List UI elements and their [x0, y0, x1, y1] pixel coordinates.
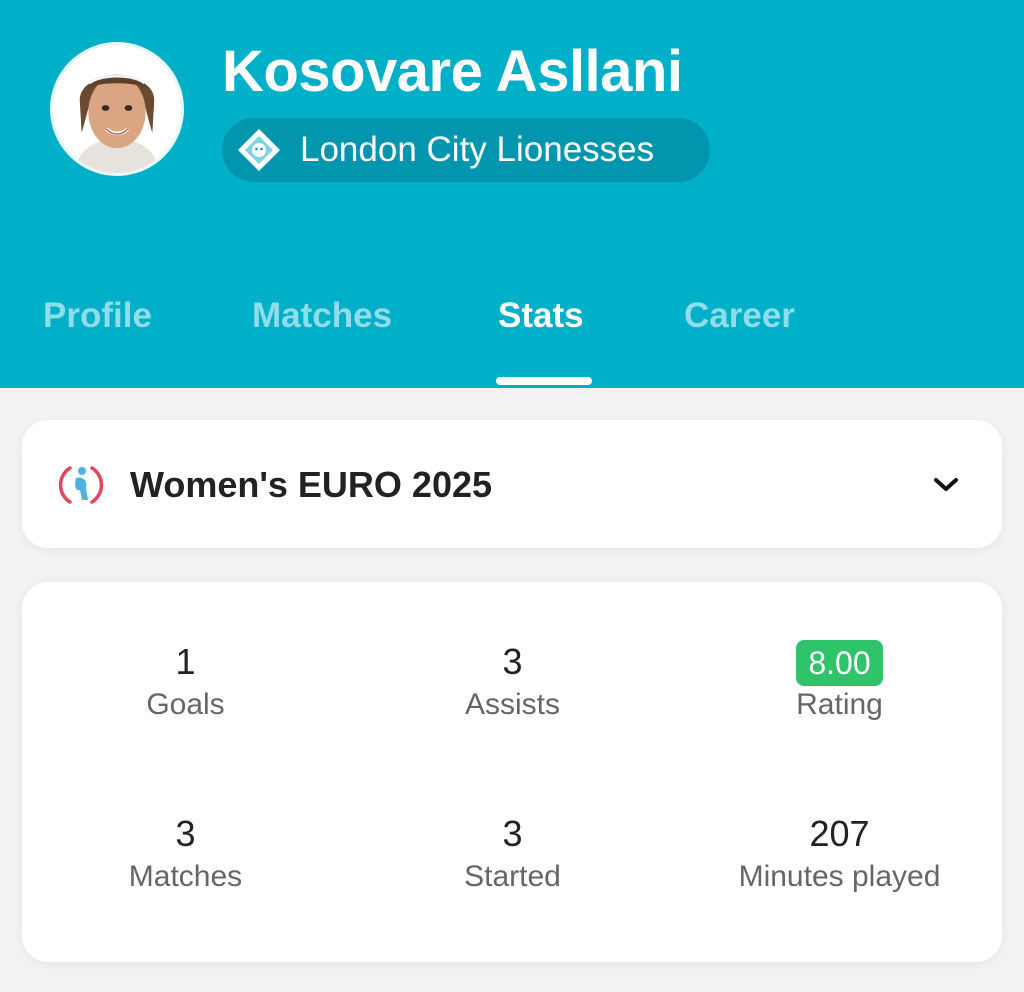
stat-value: 3 [175, 813, 196, 854]
competition-selector[interactable]: Women's EURO 2025 [22, 420, 1002, 548]
rating-badge: 8.00 [796, 640, 883, 686]
uefa-womens-euro-icon [58, 462, 104, 508]
tab-stats[interactable]: Stats [498, 296, 584, 388]
stat-goals: 1 Goals [22, 638, 349, 722]
stats-card: 1 Goals 3 Assists 8.00 Rating 3 Matches … [22, 582, 1002, 962]
stat-label: Minutes played [738, 860, 941, 893]
chevron-down-icon[interactable] [932, 472, 960, 496]
tab-profile[interactable]: Profile [43, 296, 152, 388]
stat-label: Matches [128, 860, 243, 893]
tab-career[interactable]: Career [684, 296, 795, 388]
tab-matches[interactable]: Matches [252, 296, 392, 388]
team-name: London City Lionesses [300, 130, 655, 169]
tab-stats-label: Stats [498, 296, 584, 335]
competition-name: Women's EURO 2025 [130, 464, 493, 505]
stat-value-wrapper: 8.00 [676, 638, 1003, 686]
stat-value: 1 [175, 641, 196, 682]
stat-value: 207 [809, 813, 870, 854]
stat-value: 3 [502, 813, 523, 854]
stat-label: Goals [146, 688, 225, 721]
stat-label: Rating [796, 688, 883, 721]
stat-minutes-played: 207 Minutes played [676, 810, 1003, 894]
player-photo [53, 45, 181, 173]
stat-rating: 8.00 Rating [676, 638, 1003, 722]
player-avatar [50, 42, 184, 176]
tab-matches-label: Matches [252, 296, 393, 335]
stat-label: Started [464, 860, 561, 893]
tab-profile-label: Profile [43, 296, 152, 335]
tab-bar: Profile Matches Stats Career [0, 296, 1024, 388]
stat-matches: 3 Matches [22, 810, 349, 894]
active-tab-indicator [496, 377, 592, 385]
stat-assists: 3 Assists [349, 638, 676, 722]
team-link[interactable]: London City Lionesses [222, 118, 710, 182]
stat-started: 3 Started [349, 810, 676, 894]
stat-value: 3 [502, 641, 523, 682]
tab-career-label: Career [684, 296, 795, 335]
stat-label: Assists [464, 688, 560, 721]
team-crest-icon [236, 127, 282, 173]
player-name: Kosovare Asllani [222, 39, 683, 104]
